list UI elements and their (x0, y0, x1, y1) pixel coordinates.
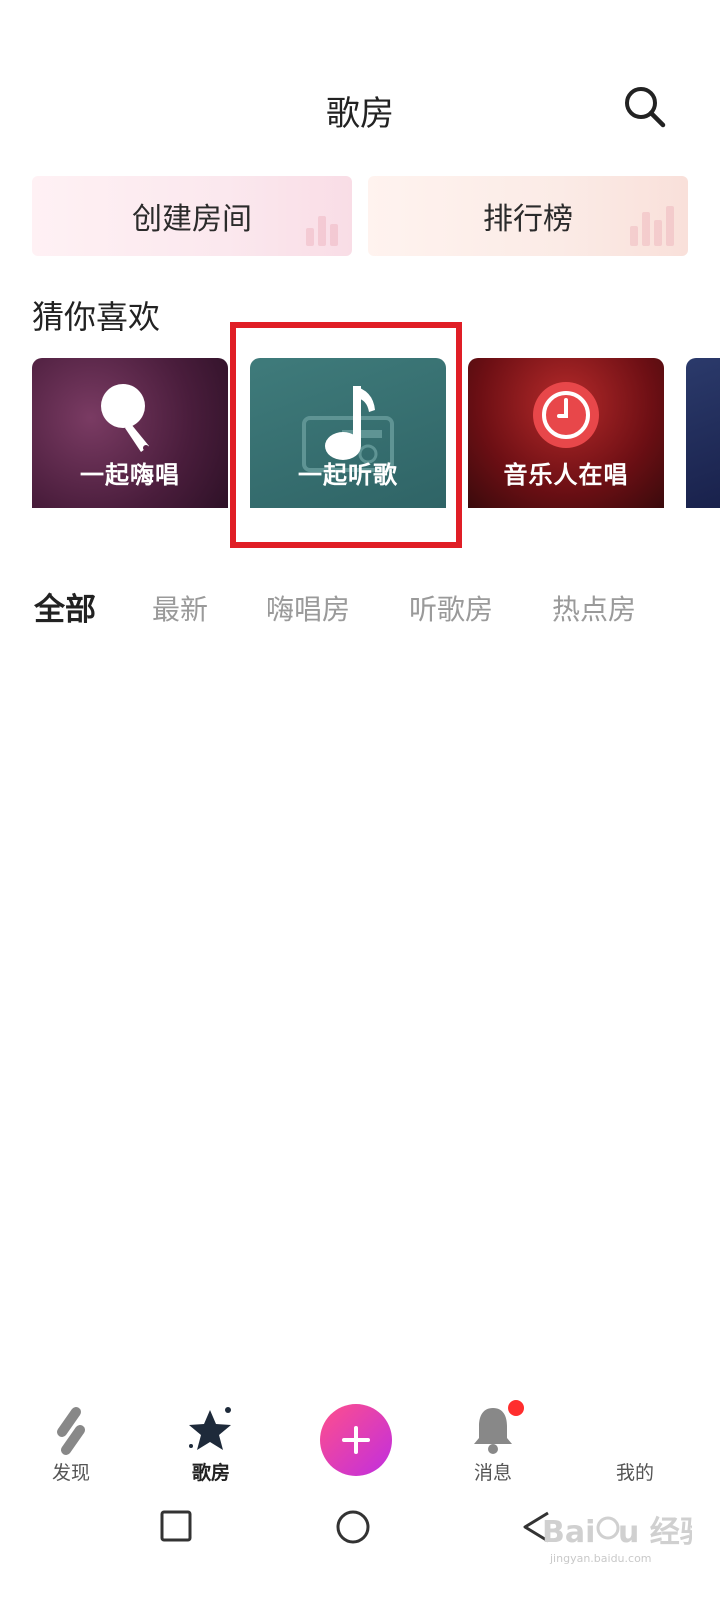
create-plus-button[interactable] (320, 1404, 392, 1476)
home-icon[interactable] (336, 1510, 370, 1548)
leaderboard-label: 排行榜 (483, 202, 573, 237)
search-icon[interactable] (622, 84, 668, 130)
nav-discover[interactable]: 发现 (26, 1398, 116, 1488)
tab-all[interactable]: 全部 (34, 584, 96, 629)
tab-sing-room[interactable]: 嗨唱房 (266, 588, 350, 628)
discover-icon (50, 1404, 92, 1460)
nav-label: 消息 (473, 1462, 512, 1484)
filter-tabs: 全部 最新 嗨唱房 听歌房 热点房 (0, 584, 720, 634)
tab-hot-room[interactable]: 热点房 (552, 588, 636, 628)
card-listen-together[interactable]: 一起听歌 (250, 358, 446, 508)
nav-mine[interactable]: 我的 (590, 1398, 680, 1488)
nav-label: 歌房 (191, 1462, 230, 1484)
section-title: 猜你喜欢 (32, 298, 161, 336)
recent-apps-icon[interactable] (160, 1510, 192, 1546)
plus-icon (342, 1426, 370, 1454)
card-sing-together[interactable]: 一起嗨唱 (32, 358, 228, 508)
bar-chart-decoration (630, 206, 674, 246)
tab-latest[interactable]: 最新 (152, 588, 208, 628)
recommend-cards: 一起嗨唱 一起听歌 音乐人在唱 (0, 358, 720, 508)
bottom-nav: 发现 歌房 消息 我的 (0, 1398, 720, 1488)
top-bar: 歌房 (0, 70, 720, 146)
notification-badge (508, 1400, 524, 1416)
card-label: 音乐人在唱 (503, 461, 629, 489)
nav-song-room[interactable]: 歌房 (166, 1398, 256, 1488)
create-room-label: 创建房间 (132, 202, 252, 237)
nav-label: 我的 (615, 1462, 654, 1484)
page-title: 歌房 (326, 94, 394, 134)
vinyl-icon (531, 380, 601, 454)
action-cards: 创建房间 排行榜 (32, 176, 688, 256)
system-nav-bar (0, 1496, 720, 1566)
back-icon[interactable] (520, 1510, 552, 1548)
card-more[interactable] (686, 358, 720, 508)
equalizer-decoration (306, 216, 338, 246)
card-musician-singing[interactable]: 音乐人在唱 (468, 358, 664, 508)
nav-messages[interactable]: 消息 (448, 1398, 538, 1488)
card-label: 一起听歌 (298, 461, 398, 489)
tab-listen-room[interactable]: 听歌房 (409, 588, 493, 628)
microphone-icon (95, 380, 165, 464)
leaderboard-button[interactable]: 排行榜 (368, 176, 688, 256)
create-room-button[interactable]: 创建房间 (32, 176, 352, 256)
card-label: 一起嗨唱 (80, 461, 180, 489)
nav-label: 发现 (51, 1462, 90, 1484)
star-icon (186, 1404, 236, 1460)
